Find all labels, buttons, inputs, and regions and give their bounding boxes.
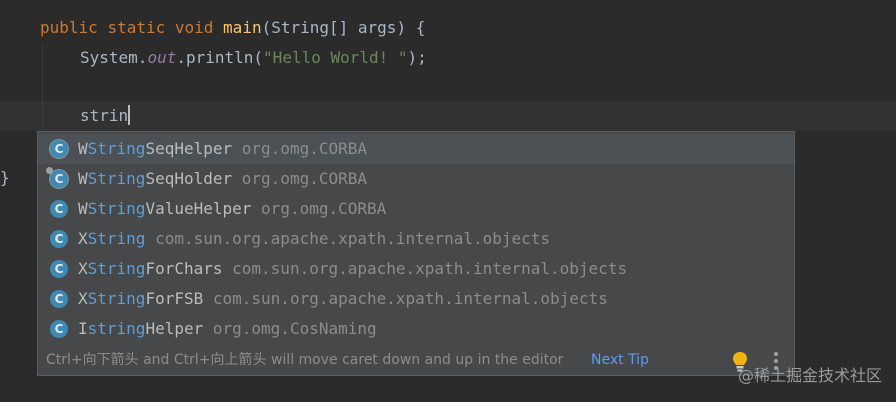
- completion-item[interactable]: C IstringHelper org.omg.CosNaming: [38, 314, 794, 344]
- class-icon-letter: C: [54, 142, 64, 156]
- package-name: com.sun.org.apache.xpath.internal.object…: [232, 259, 628, 278]
- completion-item-text: IstringHelper org.omg.CosNaming: [78, 314, 377, 344]
- completion-item[interactable]: C WStringSeqHelper org.omg.CORBA: [38, 134, 794, 164]
- class-icon-letter: C: [54, 202, 64, 216]
- typed-text: strin: [80, 106, 129, 125]
- completion-item-text: WStringValueHelper org.omg.CORBA: [78, 194, 386, 224]
- completion-item-text: XStringForChars com.sun.org.apache.xpath…: [78, 254, 627, 284]
- class-name-prefix: W: [78, 169, 88, 188]
- class-name-rest: ValueHelper: [145, 199, 252, 218]
- completion-item[interactable]: C XString com.sun.org.apache.xpath.intern…: [38, 224, 794, 254]
- code-static-field: out: [147, 48, 177, 67]
- class-name-prefix: I: [78, 319, 88, 338]
- class-icon: C: [50, 140, 68, 158]
- code-line-current[interactable]: strin: [80, 101, 131, 131]
- class-name-match: String: [87, 199, 146, 218]
- class-icon-letter: C: [54, 322, 64, 336]
- text-caret: [128, 105, 131, 125]
- class-icon-letter: C: [54, 262, 64, 276]
- deprecated-mark-icon: [46, 167, 53, 174]
- class-icon-letter: C: [54, 172, 64, 186]
- keyword-void: void: [174, 18, 214, 37]
- completion-item[interactable]: C XStringForFSB com.sun.org.apache.xpath.…: [38, 284, 794, 314]
- code-line-println[interactable]: System.out.println("Hello World! ");: [80, 43, 427, 73]
- class-name-rest: ForChars: [145, 259, 223, 278]
- class-name-prefix: X: [78, 289, 88, 308]
- class-name-prefix: W: [78, 199, 88, 218]
- code-call: .println(: [176, 48, 264, 67]
- class-name-prefix: W: [78, 139, 88, 158]
- completion-item-text: XStringForFSB com.sun.org.apache.xpath.i…: [78, 284, 608, 314]
- code-string-literal: "Hello World! ": [263, 48, 408, 67]
- completion-item-text: WStringSeqHolder org.omg.CORBA: [78, 164, 367, 194]
- completion-item-text: WStringSeqHelper org.omg.CORBA: [78, 134, 367, 164]
- class-name-match: String: [87, 139, 146, 158]
- method-name: main: [223, 18, 262, 37]
- package-name: com.sun.org.apache.xpath.internal.object…: [155, 229, 551, 248]
- class-name-prefix: X: [78, 229, 88, 248]
- class-name-match: String: [87, 169, 146, 188]
- next-tip-link[interactable]: Next Tip: [591, 345, 649, 375]
- completion-item[interactable]: C WStringSeqHolder org.omg.CORBA: [38, 164, 794, 194]
- class-icon: C: [50, 320, 68, 338]
- class-name-prefix: X: [78, 259, 88, 278]
- class-name-match: String: [87, 289, 146, 308]
- completion-item-text: XString com.sun.org.apache.xpath.interna…: [78, 224, 550, 254]
- code-line-main-signature[interactable]: public static void main(String[] args) {: [40, 13, 425, 43]
- completion-footer: Ctrl+向下箭头 and Ctrl+向上箭头 will move caret …: [38, 345, 794, 375]
- class-name-match: String: [87, 229, 146, 248]
- completion-item[interactable]: C WStringValueHelper org.omg.CORBA: [38, 194, 794, 224]
- class-icon: C: [46, 167, 68, 188]
- package-name: org.omg.CORBA: [241, 169, 368, 188]
- class-icon-letter: C: [54, 232, 64, 246]
- class-icon: C: [50, 200, 68, 218]
- watermark: @稀土掘金技术社区: [737, 366, 882, 385]
- indent-guide: [42, 45, 43, 131]
- class-icon-letter: C: [54, 292, 64, 306]
- package-name: com.sun.org.apache.xpath.internal.object…: [212, 289, 608, 308]
- current-line-highlight: [0, 101, 896, 131]
- code-object: System.: [80, 48, 148, 67]
- class-name-rest: Helper: [145, 319, 204, 338]
- class-icon: C: [50, 260, 68, 278]
- completion-item[interactable]: C XStringForChars com.sun.org.apache.xpat…: [38, 254, 794, 284]
- class-icon: C: [50, 230, 68, 248]
- keyword-public: public: [40, 18, 98, 37]
- package-name: org.omg.CORBA: [261, 199, 387, 218]
- keyword-static: static: [107, 18, 166, 37]
- completion-popup[interactable]: C WStringSeqHelper org.omg.CORBA C WStringS…: [37, 131, 795, 376]
- class-name-rest: ForFSB: [145, 289, 204, 308]
- method-params: (String[] args) {: [261, 18, 426, 37]
- closing-brace: }: [0, 168, 10, 187]
- class-icon: C: [50, 290, 68, 308]
- class-name-match: String: [87, 259, 146, 278]
- completion-hint: Ctrl+向下箭头 and Ctrl+向上箭头 will move caret …: [46, 352, 564, 368]
- class-name-rest: SeqHolder: [145, 169, 233, 188]
- package-name: org.omg.CORBA: [241, 139, 368, 158]
- code-call-end: );: [407, 48, 427, 67]
- class-name-rest: SeqHelper: [145, 139, 233, 158]
- package-name: org.omg.CosNaming: [212, 319, 377, 338]
- class-name-match: string: [87, 319, 146, 338]
